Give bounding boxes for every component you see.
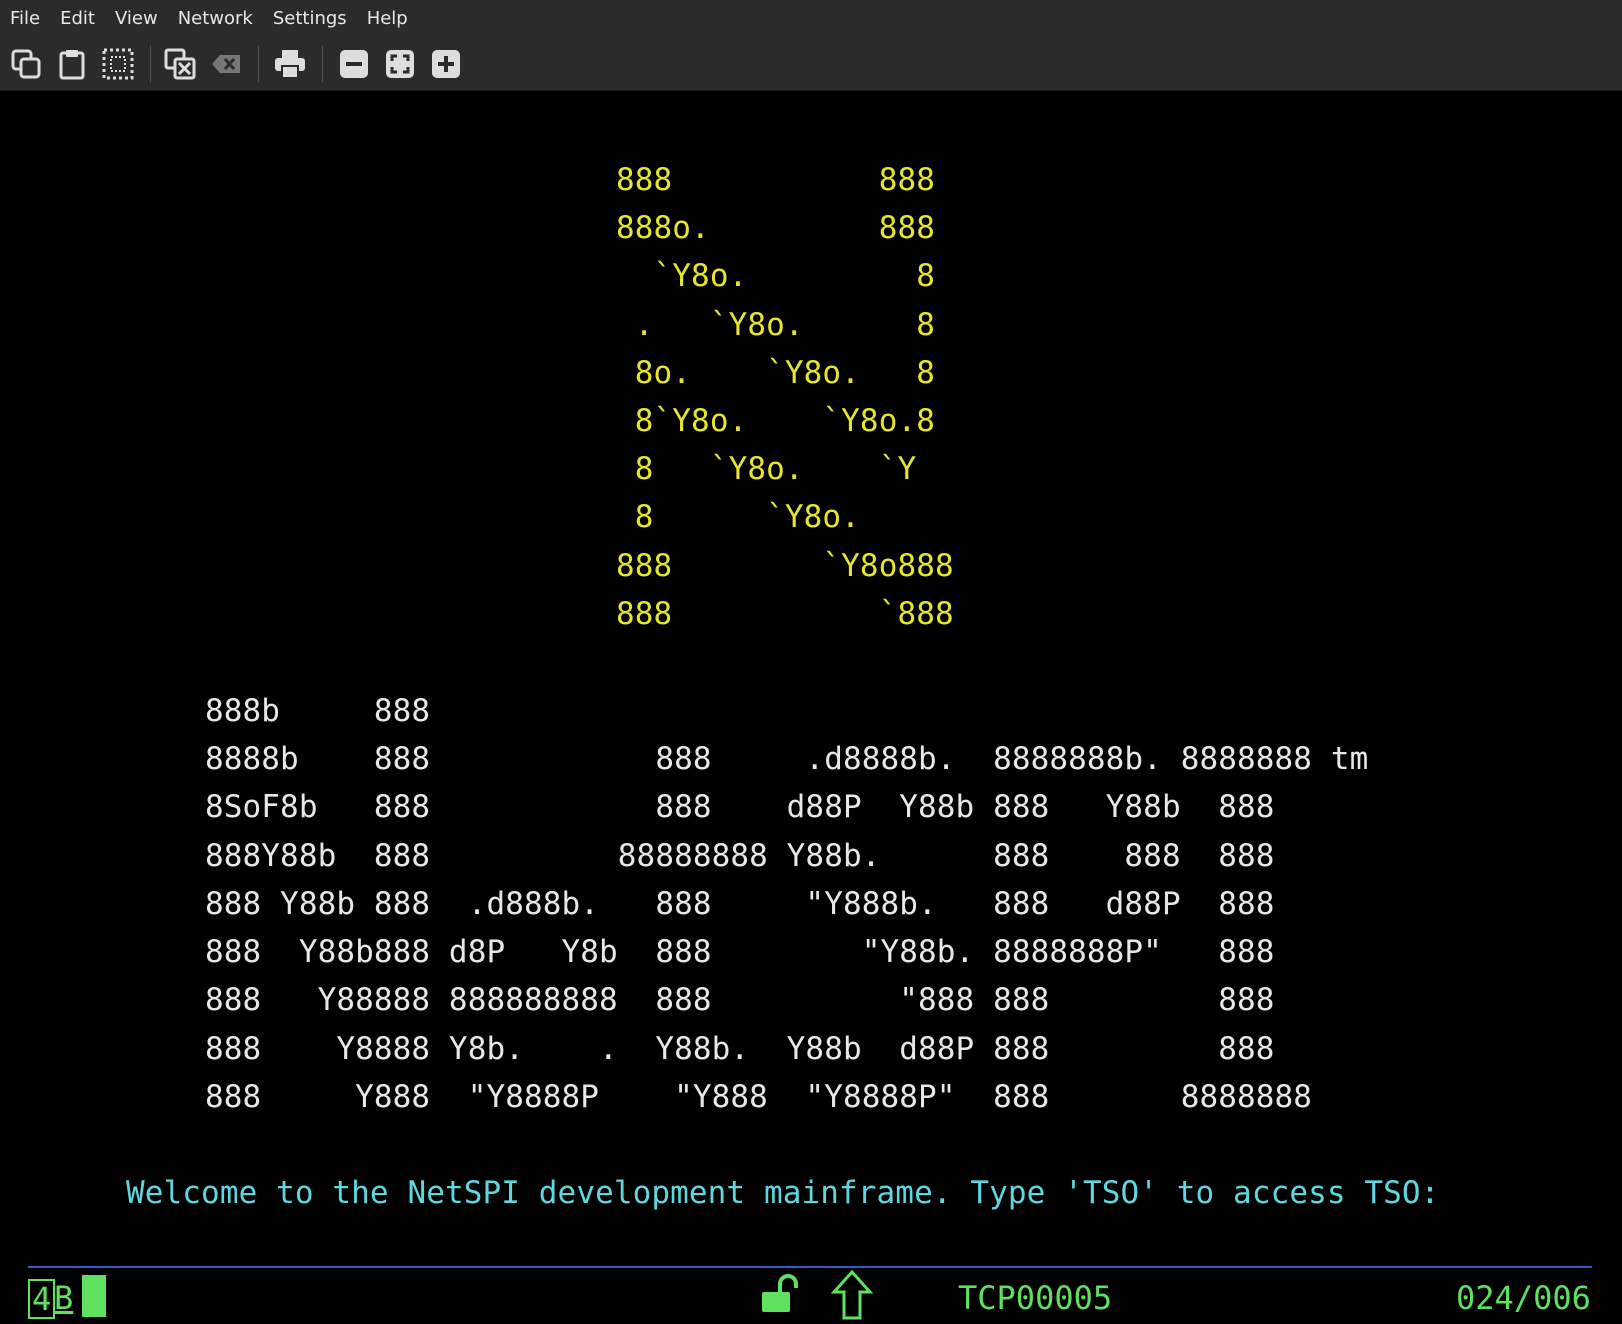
status-bar: 4 B TCP00005 024/006 — [0, 1266, 1622, 1324]
menu-help[interactable]: Help — [357, 8, 418, 29]
toolbar-separator — [322, 46, 323, 82]
logo-line: 888 888 — [616, 162, 935, 198]
menu-view[interactable]: View — [105, 8, 168, 29]
logo-line: 8o. `Y8o. 8 — [616, 355, 935, 391]
zoom-in-icon[interactable] — [428, 46, 464, 82]
cursor-position: 024/006 — [1456, 1279, 1591, 1317]
select-all-icon[interactable] — [100, 46, 136, 82]
logo-line: 888o. 888 — [616, 210, 935, 246]
terminal-screen[interactable]: 888 888 888o. 888 `Y8o. 8 . `Y8o. 8 8o. … — [0, 91, 1622, 1266]
welcome-message: Welcome to the NetSPI development mainfr… — [126, 1175, 1440, 1211]
copy-icon[interactable] — [8, 46, 44, 82]
menu-bar: File Edit View Network Settings Help — [0, 0, 1622, 36]
menu-file[interactable]: File — [0, 8, 50, 29]
zoom-out-icon[interactable] — [336, 46, 372, 82]
up-arrow-icon — [830, 1269, 874, 1324]
terminal-cursor — [82, 1275, 106, 1317]
logo-line: 888 `888 — [616, 596, 954, 632]
logo-line: 8 `Y8o. — [616, 499, 860, 535]
banner-line: 8SoF8b 888 888 d88P Y88b 888 Y88b 888 — [205, 789, 1275, 825]
menu-settings[interactable]: Settings — [263, 8, 357, 29]
banner-line: 8888b 888 888 .d8888b. 8888888b. 8888888… — [205, 741, 1369, 777]
logo-line: 888 `Y8o888 — [616, 548, 954, 584]
banner-line: 888 Y88888 888888888 888 "888 888 888 — [205, 982, 1275, 1018]
unlocked-icon — [760, 1272, 804, 1320]
logo-line: 8`Y8o. `Y8o.8 — [616, 403, 935, 439]
banner-line: 888Y88b 888 88888888 Y88b. 888 888 888 — [205, 838, 1275, 874]
toolbar-separator — [258, 46, 259, 82]
connection-status: TCP00005 — [958, 1279, 1113, 1317]
menu-edit[interactable]: Edit — [50, 8, 105, 29]
fit-icon[interactable] — [382, 46, 418, 82]
logo-line: `Y8o. 8 — [616, 258, 935, 294]
toolbar — [0, 36, 1622, 91]
status-divider — [28, 1266, 1592, 1268]
paste-icon[interactable] — [54, 46, 90, 82]
banner-line: 888 Y88b 888 .d888b. 888 "Y888b. 888 d88… — [205, 886, 1275, 922]
print-icon[interactable] — [272, 46, 308, 82]
menu-network[interactable]: Network — [168, 8, 263, 29]
banner-line: 888b 888 — [205, 693, 431, 729]
logo-line: 8 `Y8o. `Y — [616, 451, 917, 487]
logo-line: . `Y8o. 8 — [616, 307, 935, 343]
indicator-number: 4 — [28, 1279, 56, 1319]
banner-line: 888 Y888 "Y8888P "Y888 "Y8888P" 888 8888… — [205, 1079, 1313, 1115]
banner-line: 888 Y8888 Y8b. . Y88b. Y88b d88P 888 888 — [205, 1031, 1275, 1067]
clear-icon[interactable] — [162, 46, 198, 82]
indicator-letter: B — [54, 1279, 74, 1317]
erase-icon[interactable] — [208, 46, 244, 82]
toolbar-separator — [150, 46, 151, 82]
banner-line: 888 Y88b888 d8P Y8b 888 "Y88b. 8888888P"… — [205, 934, 1275, 970]
